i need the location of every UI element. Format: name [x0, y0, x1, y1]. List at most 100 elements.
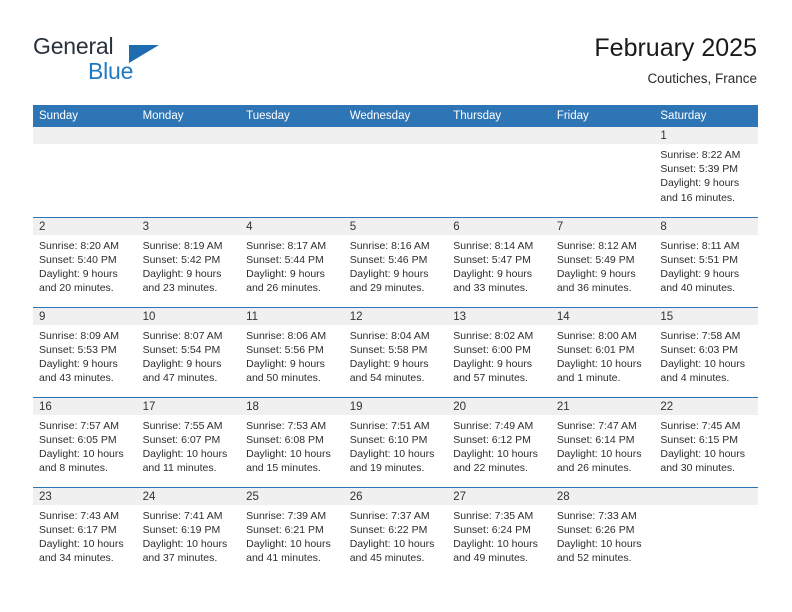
day-details: Sunrise: 8:07 AM Sunset: 5:54 PM Daylight:… [137, 325, 241, 386]
day-detail-daylight2: and 26 minutes. [556, 462, 632, 475]
general-blue-logo[interactable]: General Blue [33, 33, 233, 89]
day-number: 9 [33, 307, 137, 325]
day-detail-daylight2: and 8 minutes. [39, 462, 108, 475]
calendar-day-cell[interactable]: 27 Sunrise: 7:35 AM Sunset: 6:24 PM Dayligh… [447, 486, 551, 577]
day-detail-daylight2: and 19 minutes. [349, 462, 425, 475]
calendar-day-cell[interactable]: 15 Sunrise: 7:58 AM Sunset: 6:03 PM Dayligh… [654, 306, 758, 397]
day-detail-daylight2: and 52 minutes. [556, 552, 632, 565]
title-block: February 2025 Coutiches, France [594, 33, 757, 89]
day-detail-daylight1: Daylight: 10 hours [246, 447, 331, 460]
calendar-day-cell[interactable]: 24 Sunrise: 7:41 AM Sunset: 6:19 PM Dayligh… [136, 486, 241, 577]
day-detail-daylight2: and 30 minutes. [660, 462, 736, 475]
calendar-day-cell[interactable]: 18 Sunrise: 7:53 AM Sunset: 6:08 PM Dayligh… [240, 396, 344, 487]
day-detail-sunset: Sunset: 5:49 PM [556, 253, 635, 266]
calendar-day-cell[interactable]: 9 Sunrise: 8:09 AM Sunset: 5:53 PM Daylight… [33, 306, 137, 397]
calendar-day-cell[interactable]: 8 Sunrise: 8:11 AM Sunset: 5:51 PM Daylight… [654, 216, 758, 307]
logo-text-blue: Blue [88, 58, 134, 84]
day-detail-daylight1: Daylight: 9 hours [453, 357, 533, 370]
day-detail-sunrise: Sunrise: 8:06 AM [246, 329, 327, 342]
calendar-day-cell[interactable]: 4 Sunrise: 8:17 AM Sunset: 5:44 PM Daylight… [240, 216, 344, 307]
day-detail-sunrise: Sunrise: 7:39 AM [246, 509, 327, 522]
calendar-day-cell[interactable]: 14 Sunrise: 8:00 AM Sunset: 6:01 PM Dayligh… [550, 306, 655, 397]
calendar-day-cell[interactable]: 2 Sunrise: 8:20 AM Sunset: 5:40 PM Daylight… [33, 216, 137, 307]
calendar-day-cell[interactable]: 23 Sunrise: 7:43 AM Sunset: 6:17 PM Dayligh… [33, 486, 137, 577]
logo-triangle-icon [129, 45, 159, 63]
day-number: 24 [136, 487, 241, 505]
day-detail-sunset: Sunset: 5:51 PM [660, 253, 739, 266]
day-details: Sunrise: 8:06 AM Sunset: 5:56 PM Daylight:… [240, 325, 344, 386]
day-number: 22 [654, 397, 758, 415]
day-detail-sunset: Sunset: 6:00 PM [453, 343, 531, 356]
day-detail-sunset: Sunset: 5:39 PM [660, 163, 739, 176]
calendar-day-cell[interactable]: 11 Sunrise: 8:06 AM Sunset: 5:56 PM Dayligh… [240, 306, 344, 397]
day-number [447, 127, 551, 144]
calendar-day-cell[interactable]: 5 Sunrise: 8:16 AM Sunset: 5:46 PM Daylight… [343, 216, 448, 307]
day-number: 25 [240, 487, 344, 505]
day-detail-sunrise: Sunrise: 7:41 AM [142, 509, 223, 522]
day-detail-daylight1: Daylight: 9 hours [39, 357, 118, 370]
day-detail-daylight1: Daylight: 10 hours [349, 537, 435, 550]
day-details: Sunrise: 7:35 AM Sunset: 6:24 PM Daylight:… [447, 505, 551, 566]
day-number: 20 [447, 397, 551, 415]
day-number: 14 [550, 307, 655, 325]
page-header: General Blue February 2025 Coutiches, Fr… [33, 33, 757, 95]
day-detail-sunrise: Sunrise: 7:53 AM [246, 419, 327, 432]
calendar-day-cell[interactable]: 13 Sunrise: 8:02 AM Sunset: 6:00 PM Dayligh… [447, 306, 551, 397]
calendar-day-cell[interactable]: 6 Sunrise: 8:14 AM Sunset: 5:47 PM Daylight… [447, 216, 551, 307]
day-detail-sunset: Sunset: 6:12 PM [453, 433, 531, 446]
day-number: 17 [136, 397, 241, 415]
day-detail-sunrise: Sunrise: 7:33 AM [556, 509, 637, 522]
weekday-header-wednesday: Wednesday [343, 105, 448, 127]
day-details: Sunrise: 8:09 AM Sunset: 5:53 PM Daylight:… [33, 325, 137, 386]
day-detail-daylight2: and 4 minutes. [660, 372, 730, 385]
day-detail-daylight2: and 34 minutes. [39, 552, 114, 565]
calendar-day-cell[interactable]: 20 Sunrise: 7:49 AM Sunset: 6:12 PM Dayligh… [447, 396, 551, 487]
day-details: Sunrise: 7:39 AM Sunset: 6:21 PM Daylight:… [240, 505, 344, 566]
calendar-day-cell[interactable]: 19 Sunrise: 7:51 AM Sunset: 6:10 PM Dayligh… [343, 396, 448, 487]
day-number: 12 [343, 307, 448, 325]
calendar-day-cell[interactable]: 7 Sunrise: 8:12 AM Sunset: 5:49 PM Daylight… [550, 216, 655, 307]
calendar-day-cell[interactable]: 22 Sunrise: 7:45 AM Sunset: 6:15 PM Dayligh… [654, 396, 758, 487]
day-detail-sunrise: Sunrise: 7:45 AM [660, 419, 741, 432]
day-detail-daylight1: Daylight: 10 hours [142, 537, 228, 550]
day-detail-daylight1: Daylight: 9 hours [660, 267, 740, 280]
day-detail-daylight2: and 43 minutes. [39, 372, 114, 385]
day-detail-sunset: Sunset: 5:42 PM [142, 253, 221, 266]
calendar-week-row: 16 Sunrise: 7:57 AM Sunset: 6:05 PM Dayligh… [33, 396, 758, 487]
day-detail-daylight1: Daylight: 9 hours [556, 267, 636, 280]
day-detail-sunrise: Sunrise: 8:00 AM [556, 329, 637, 342]
day-detail-sunset: Sunset: 5:53 PM [39, 343, 117, 356]
calendar-day-cell[interactable]: 1 Sunrise: 8:22 AM Sunset: 5:39 PM Daylight… [654, 127, 758, 217]
calendar-day-cell[interactable]: 28 Sunrise: 7:33 AM Sunset: 6:26 PM Dayligh… [550, 486, 655, 577]
day-number: 7 [550, 217, 655, 235]
day-detail-sunrise: Sunrise: 8:02 AM [453, 329, 534, 342]
day-number: 21 [550, 397, 655, 415]
calendar-day-cell[interactable]: 10 Sunrise: 8:07 AM Sunset: 5:54 PM Dayligh… [136, 306, 241, 397]
day-detail-sunset: Sunset: 6:03 PM [660, 343, 739, 356]
day-detail-daylight2: and 33 minutes. [453, 282, 528, 295]
calendar-day-cell[interactable]: 16 Sunrise: 7:57 AM Sunset: 6:05 PM Dayligh… [33, 396, 137, 487]
day-details: Sunrise: 7:41 AM Sunset: 6:19 PM Daylight:… [137, 505, 241, 566]
day-detail-sunrise: Sunrise: 8:09 AM [39, 329, 119, 342]
day-detail-sunrise: Sunrise: 8:17 AM [246, 239, 327, 252]
day-details: Sunrise: 7:58 AM Sunset: 6:03 PM Daylight:… [654, 325, 758, 386]
day-detail-sunset: Sunset: 5:54 PM [142, 343, 221, 356]
day-detail-daylight1: Daylight: 10 hours [556, 537, 642, 550]
day-detail-sunrise: Sunrise: 8:16 AM [349, 239, 430, 252]
day-detail-daylight1: Daylight: 10 hours [39, 537, 124, 550]
calendar-cell-empty [447, 127, 551, 217]
calendar-cell-empty [343, 127, 448, 217]
calendar-day-cell[interactable]: 3 Sunrise: 8:19 AM Sunset: 5:42 PM Daylight… [136, 216, 241, 307]
day-detail-daylight2: and 41 minutes. [246, 552, 321, 565]
day-detail-sunrise: Sunrise: 8:19 AM [142, 239, 223, 252]
calendar-day-cell[interactable]: 21 Sunrise: 7:47 AM Sunset: 6:14 PM Dayligh… [550, 396, 655, 487]
day-detail-daylight2: and 57 minutes. [453, 372, 528, 385]
calendar-day-cell[interactable]: 12 Sunrise: 8:04 AM Sunset: 5:58 PM Dayligh… [343, 306, 448, 397]
calendar-day-cell[interactable]: 26 Sunrise: 7:37 AM Sunset: 6:22 PM Dayligh… [343, 486, 448, 577]
day-detail-sunrise: Sunrise: 8:12 AM [556, 239, 637, 252]
day-detail-daylight2: and 45 minutes. [349, 552, 425, 565]
day-number: 27 [447, 487, 551, 505]
calendar-day-cell[interactable]: 17 Sunrise: 7:55 AM Sunset: 6:07 PM Dayligh… [136, 396, 241, 487]
day-details: Sunrise: 7:33 AM Sunset: 6:26 PM Daylight:… [551, 505, 655, 566]
calendar-day-cell[interactable]: 25 Sunrise: 7:39 AM Sunset: 6:21 PM Dayligh… [240, 486, 344, 577]
